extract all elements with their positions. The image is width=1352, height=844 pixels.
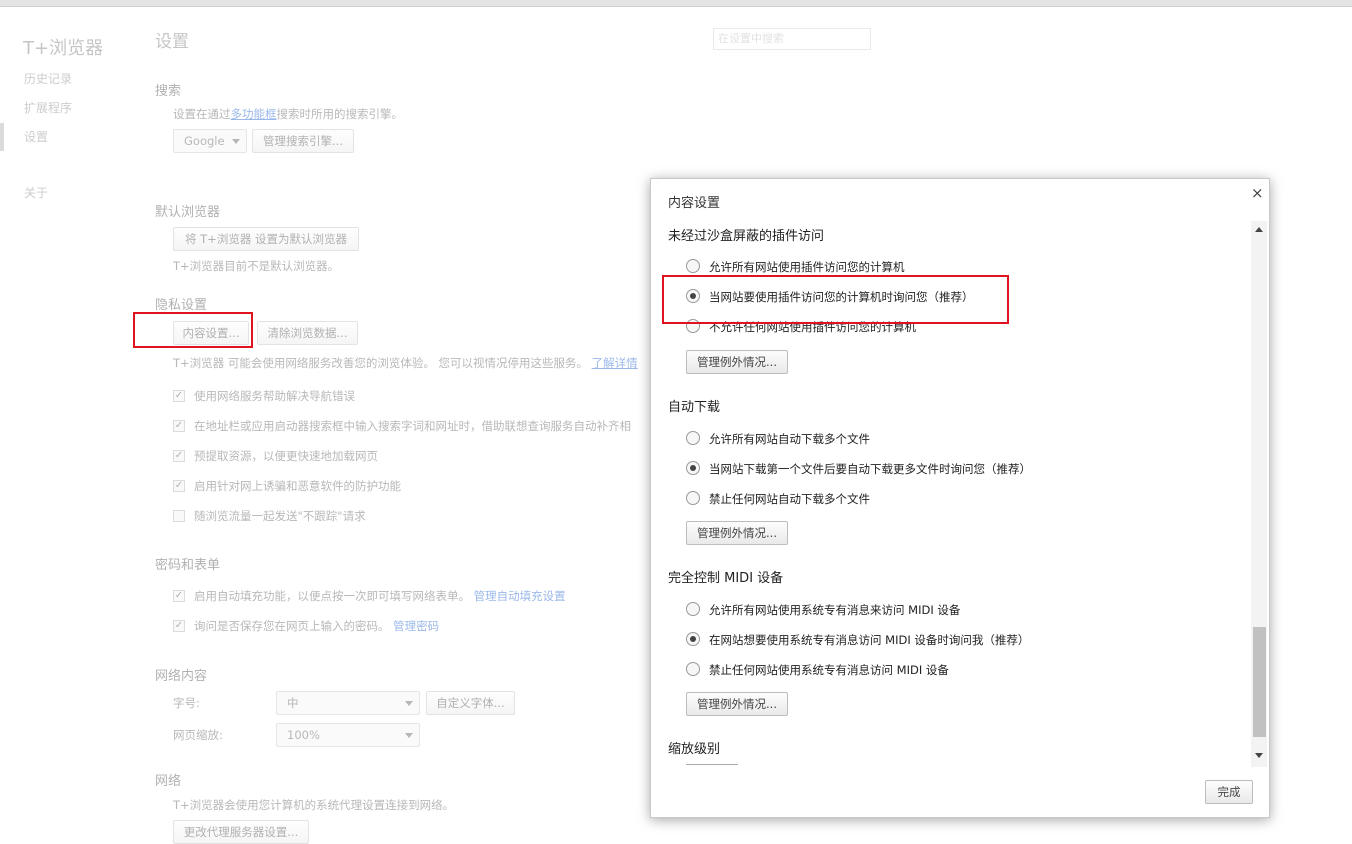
manage-exceptions-button[interactable]: 管理例外情况... <box>686 350 788 374</box>
section-title-midi: 完全控制 MIDI 设备 <box>668 571 784 586</box>
section-title-plugins: 未经过沙盒屏蔽的插件访问 <box>668 229 825 244</box>
checkbox-do-not-track[interactable] <box>173 510 185 522</box>
window-top-bar <box>0 0 1352 7</box>
checkbox-label: 预提取资源，以便更快速地加载网页 <box>194 449 378 463</box>
radio-midi-block[interactable] <box>686 662 700 676</box>
done-button[interactable]: 完成 <box>1205 780 1253 804</box>
zoom-select[interactable]: 100% <box>276 723 420 747</box>
chevron-down-icon <box>405 701 413 706</box>
privacy-desc: T+浏览器 可能会使用网络服务改善您的浏览体验。 您可以视情况停用这些服务。 了… <box>173 356 638 370</box>
set-default-browser-button[interactable]: 将 T+浏览器 设置为默认浏览器 <box>173 227 359 251</box>
omnibox-link[interactable]: 多功能框 <box>231 107 277 121</box>
checkbox-autofill[interactable]: ✓ <box>173 590 185 602</box>
radio-midi-ask[interactable] <box>686 632 700 646</box>
save-password-label: 询问是否保存您在网页上输入的密码。 管理密码 <box>194 619 440 633</box>
web-content-title: 网络内容 <box>155 669 208 684</box>
annotation-box <box>133 312 253 348</box>
privacy-title: 隐私设置 <box>155 298 208 313</box>
sidebar-item-settings[interactable]: 设置 <box>24 128 48 145</box>
radio-label: 允许所有网站使用系统专有消息来访问 MIDI 设备 <box>709 603 961 617</box>
radio-label: 当网站下载第一个文件后要自动下载更多文件时询问您（推荐） <box>709 462 1031 476</box>
checkbox-label: 使用网络服务帮助解决导航错误 <box>194 389 355 403</box>
search-section-title: 搜索 <box>155 84 182 99</box>
checkbox-label: 随浏览流量一起发送"不跟踪"请求 <box>194 509 366 523</box>
checkbox-safe-browsing[interactable]: ✓ <box>173 480 185 492</box>
manage-exceptions-button[interactable]: 管理例外情况... <box>686 521 788 545</box>
brand-title: T+浏览器 <box>23 38 104 59</box>
learn-more-link[interactable]: 了解详情 <box>592 356 638 370</box>
scrollbar-thumb[interactable] <box>1253 627 1266 737</box>
section-title-downloads: 自动下载 <box>668 400 721 415</box>
checkbox-prefetch[interactable]: ✓ <box>173 450 185 462</box>
zoom-label: 网页缩放: <box>173 728 223 742</box>
autofill-label: 启用自动填充功能，以便点按一次即可填写网络表单。 管理自动填充设置 <box>194 589 566 603</box>
sidebar-item-history[interactable]: 历史记录 <box>24 70 72 87</box>
radio-label: 在网站想要使用系统专有消息访问 MIDI 设备时询问我（推荐） <box>709 633 1030 647</box>
scroll-down-icon[interactable] <box>1255 753 1263 758</box>
manage-search-engines-button[interactable]: 管理搜索引擎... <box>252 129 354 153</box>
checkbox-nav-errors[interactable]: ✓ <box>173 390 185 402</box>
search-section-desc: 设置在通过多功能框搜索时所用的搜索引擎。 <box>173 107 403 121</box>
dialog-title: 内容设置 <box>668 196 721 211</box>
settings-search-input[interactable]: 在设置中搜索 <box>713 28 871 50</box>
sidebar-selected-indicator <box>0 123 4 151</box>
radio-label: 允许所有网站自动下载多个文件 <box>709 432 870 446</box>
sidebar-item-extensions[interactable]: 扩展程序 <box>24 99 72 116</box>
zoom-list-edge <box>686 764 738 767</box>
default-browser-title: 默认浏览器 <box>155 205 221 220</box>
search-engine-select[interactable]: Google <box>173 129 247 153</box>
radio-downloads-allow[interactable] <box>686 431 700 445</box>
manage-exceptions-button[interactable]: 管理例外情况... <box>686 692 788 716</box>
radio-label: 禁止任何网站使用系统专有消息访问 MIDI 设备 <box>709 663 949 677</box>
section-title-zoom: 缩放级别 <box>668 742 721 757</box>
font-size-label: 字号: <box>173 696 200 710</box>
checkbox-label: 启用针对网上诱骗和恶意软件的防护功能 <box>194 479 401 493</box>
annotation-box <box>662 275 1009 324</box>
chevron-down-icon <box>405 733 413 738</box>
radio-midi-allow[interactable] <box>686 602 700 616</box>
content-settings-dialog: 内容设置 × 未经过沙盒屏蔽的插件访问 允许所有网站使用插件访问您的计算机 当网… <box>650 178 1270 818</box>
manage-passwords-link[interactable]: 管理密码 <box>393 619 439 633</box>
font-size-select[interactable]: 中 <box>276 691 420 715</box>
radio-downloads-ask[interactable] <box>686 461 700 475</box>
close-icon[interactable]: × <box>1251 184 1264 202</box>
radio-plugins-allow[interactable] <box>686 259 700 273</box>
radio-label: 禁止任何网站自动下载多个文件 <box>709 492 870 506</box>
passwords-title: 密码和表单 <box>155 558 221 573</box>
manage-autofill-link[interactable]: 管理自动填充设置 <box>474 589 566 603</box>
sidebar-item-about[interactable]: 关于 <box>24 184 48 201</box>
radio-label: 允许所有网站使用插件访问您的计算机 <box>709 260 905 274</box>
chevron-down-icon <box>232 139 240 144</box>
custom-fonts-button[interactable]: 自定义字体... <box>426 691 515 715</box>
network-title: 网络 <box>155 774 182 789</box>
checkbox-suggest[interactable]: ✓ <box>173 420 185 432</box>
scroll-up-icon[interactable] <box>1255 227 1263 232</box>
proxy-settings-button[interactable]: 更改代理服务器设置... <box>173 820 309 844</box>
network-desc: T+浏览器会使用您计算机的系统代理设置连接到网络。 <box>173 798 455 812</box>
radio-downloads-block[interactable] <box>686 491 700 505</box>
checkbox-save-password[interactable]: ✓ <box>173 620 185 632</box>
page-title: 设置 <box>155 32 189 52</box>
clear-browsing-data-button[interactable]: 清除浏览数据... <box>257 321 358 345</box>
default-browser-status: T+浏览器目前不是默认浏览器。 <box>173 259 340 273</box>
dialog-scrollbar[interactable] <box>1251 221 1267 767</box>
checkbox-label: 在地址栏或应用启动器搜索框中输入搜索字词和网址时，借助联想查询服务自动补齐相 <box>194 419 631 433</box>
